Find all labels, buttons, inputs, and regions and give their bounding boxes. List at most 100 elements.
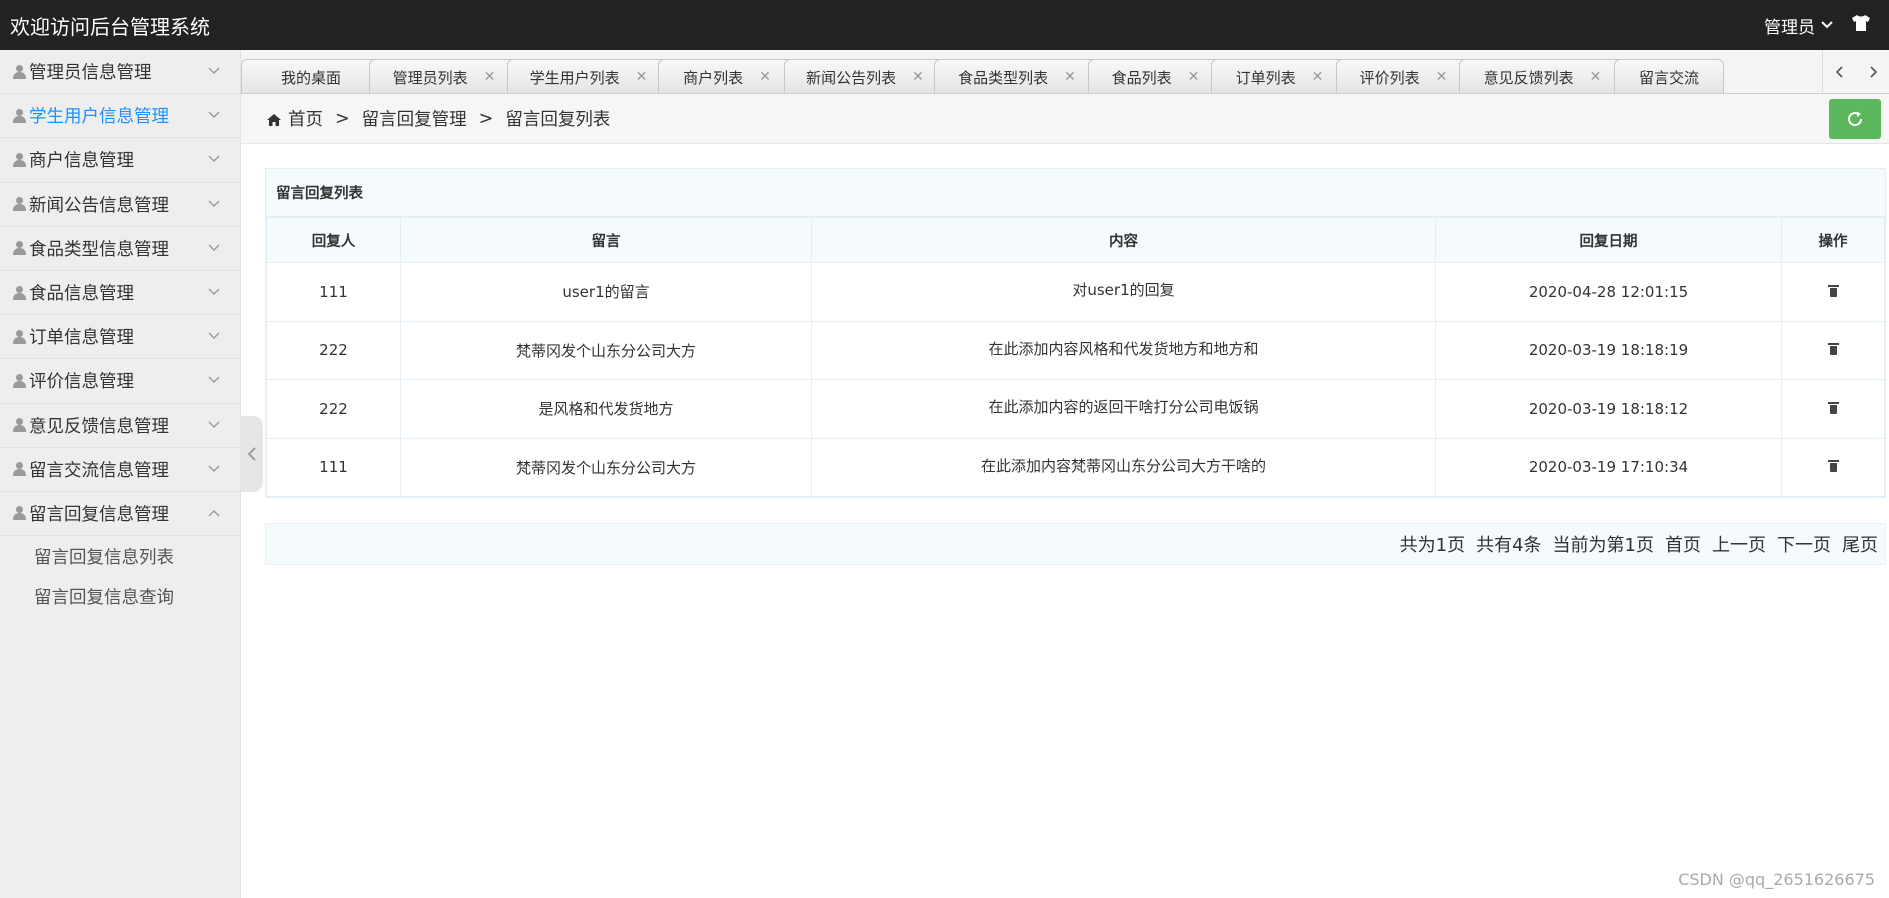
trash-icon[interactable] [1827,460,1839,473]
col-date: 回复日期 [1435,217,1782,263]
tab-label: 学生用户列表 [529,68,620,87]
tab-label: 食品类型列表 [958,68,1049,87]
close-icon[interactable]: ✕ [484,69,496,85]
cell-message: 梵蒂冈发个山东分公司大方 [400,320,812,380]
tab-label: 我的桌面 [280,68,341,87]
tab-bar: 我的桌面 管理员列表 ✕ 学生用户列表 ✕ 商户列表 ✕ 新闻公告列表 ✕ 食品类型列表 ✕ 食品列表… [241,50,1889,94]
close-icon[interactable]: ✕ [1188,69,1200,85]
sidebar-item[interactable]: 食品类型信息管理 [0,227,240,271]
reply-table: 回复人 留言 内容 回复日期 操作 111 user1的留言 对user1的回复… [266,217,1885,497]
sidebar-item-label: 留言回复信息管理 [29,504,169,525]
cell-date: 2020-03-19 18:18:19 [1435,320,1782,380]
cell-actions [1781,262,1885,322]
col-replier: 回复人 [266,217,401,263]
sidebar-item[interactable]: 留言交流信息管理 [0,448,240,492]
pagination: 共为1页 共有4条 当前为第1页 首页 上一页 下一页 尾页 [265,523,1886,565]
sidebar-item[interactable]: 新闻公告信息管理 [0,183,240,227]
chevron-down-icon [1821,18,1833,32]
tab[interactable]: 意见反馈列表 ✕ [1459,59,1626,93]
sidebar-item-wrap: 留言交流信息管理 [12,457,169,482]
sidebar-subitem[interactable]: 留言回复信息查询 [0,576,240,616]
close-icon[interactable]: ✕ [1312,69,1324,85]
sidebar-item[interactable]: 留言回复信息管理 [0,492,240,537]
pager-current: 当前为第1页 [1552,535,1654,556]
chevron-up-icon [208,506,220,521]
cell-content: 在此添加内容风格和代发货地方和地方和 [811,320,1436,380]
user-icon [12,196,27,212]
sidebar-item[interactable]: 学生用户信息管理 [0,94,240,139]
cell-replier: 111 [266,437,401,497]
cell-actions [1781,437,1885,497]
chevron-right-icon[interactable] [1869,63,1877,82]
breadcrumb-sep: > [478,108,494,129]
sidebar-item-wrap: 学生用户信息管理 [12,103,169,128]
trash-icon[interactable] [1827,343,1839,356]
close-icon[interactable]: ✕ [1436,69,1448,85]
cell-message: 梵蒂冈发个山东分公司大方 [400,437,812,497]
table-row: 222 是风格和代发货地方 在此添加内容的返回干啥打分公司电饭锅 2020-03… [266,379,1885,439]
sidebar-item-wrap: 意见反馈信息管理 [12,413,169,438]
close-icon[interactable]: ✕ [1590,69,1602,85]
breadcrumb-level1[interactable]: 留言回复管理 [362,106,467,131]
tshirt-icon[interactable] [1851,14,1871,37]
user-name: 管理员 [1764,17,1815,38]
pager-first[interactable]: 首页 [1665,531,1701,557]
chevron-down-icon [208,373,220,388]
close-icon[interactable]: ✕ [759,69,771,85]
sidebar-item[interactable]: 订单信息管理 [0,315,240,360]
sidebar-item[interactable]: 食品信息管理 [0,271,240,316]
close-icon[interactable]: ✕ [636,69,648,85]
sidebar-item-label: 管理员信息管理 [29,63,152,84]
tab[interactable]: 我的桌面 [241,59,381,93]
user-icon [12,108,27,124]
pager-last[interactable]: 尾页 [1842,531,1878,557]
sidebar-item[interactable]: 评价信息管理 [0,359,240,404]
tab-label: 新闻公告列表 [806,68,897,87]
user-icon [12,240,27,256]
top-right: 管理员 [1764,13,1871,38]
user-menu[interactable]: 管理员 [1764,13,1833,38]
sidebar-item[interactable]: 管理员信息管理 [0,50,240,95]
sidebar-item-label: 评价信息管理 [29,372,134,393]
tab[interactable]: 学生用户列表 ✕ [507,59,670,93]
refresh-button[interactable] [1829,99,1881,139]
sidebar-item[interactable]: 意见反馈信息管理 [0,404,240,448]
sidebar-item-label: 意见反馈信息管理 [29,416,169,437]
chevron-left-icon[interactable] [1835,63,1844,82]
cell-replier: 222 [266,379,401,439]
user-icon [12,329,27,345]
sidebar-item-wrap: 评价信息管理 [12,368,134,393]
sidebar-item-wrap: 留言回复信息管理 [12,501,169,526]
sidebar-subitem[interactable]: 留言回复信息列表 [0,536,240,576]
tab[interactable]: 食品列表 ✕ [1088,59,1223,93]
pager-prev[interactable]: 上一页 [1712,531,1766,557]
pager-next[interactable]: 下一页 [1777,531,1831,557]
tab[interactable]: 商户列表 ✕ [658,59,796,93]
trash-icon[interactable] [1827,284,1839,297]
tab[interactable]: 评价列表 ✕ [1336,59,1471,93]
tabs: 我的桌面 管理员列表 ✕ 学生用户列表 ✕ 商户列表 ✕ 新闻公告列表 ✕ 食品类型列表 ✕ 食品列表… [241,59,1724,93]
tab[interactable]: 管理员列表 ✕ [369,59,519,93]
tab[interactable]: 订单列表 ✕ [1211,59,1348,93]
user-icon [12,64,27,80]
tab[interactable]: 留言交流 [1614,59,1724,93]
sidebar-collapse-handle[interactable] [241,416,263,492]
user-icon [12,461,27,477]
sidebar-item[interactable]: 商户信息管理 [0,138,240,183]
chevron-down-icon [208,152,220,167]
user-icon [12,373,27,389]
close-icon[interactable]: ✕ [1064,69,1076,85]
tab[interactable]: 食品类型列表 ✕ [934,59,1100,93]
chevron-down-icon [208,197,220,212]
chevron-down-icon [208,329,220,344]
sidebar-item-wrap: 管理员信息管理 [12,59,152,84]
chevron-down-icon [208,285,220,300]
breadcrumb-home[interactable]: 首页 [288,106,323,131]
col-actions: 操作 [1781,217,1885,263]
trash-icon[interactable] [1827,401,1839,414]
breadcrumb-sep: > [335,108,350,129]
app-title: 欢迎访问后台管理系统 [10,14,210,39]
sidebar-item-label: 学生用户信息管理 [29,107,169,128]
tab[interactable]: 新闻公告列表 ✕ [784,59,946,93]
close-icon[interactable]: ✕ [912,69,924,85]
